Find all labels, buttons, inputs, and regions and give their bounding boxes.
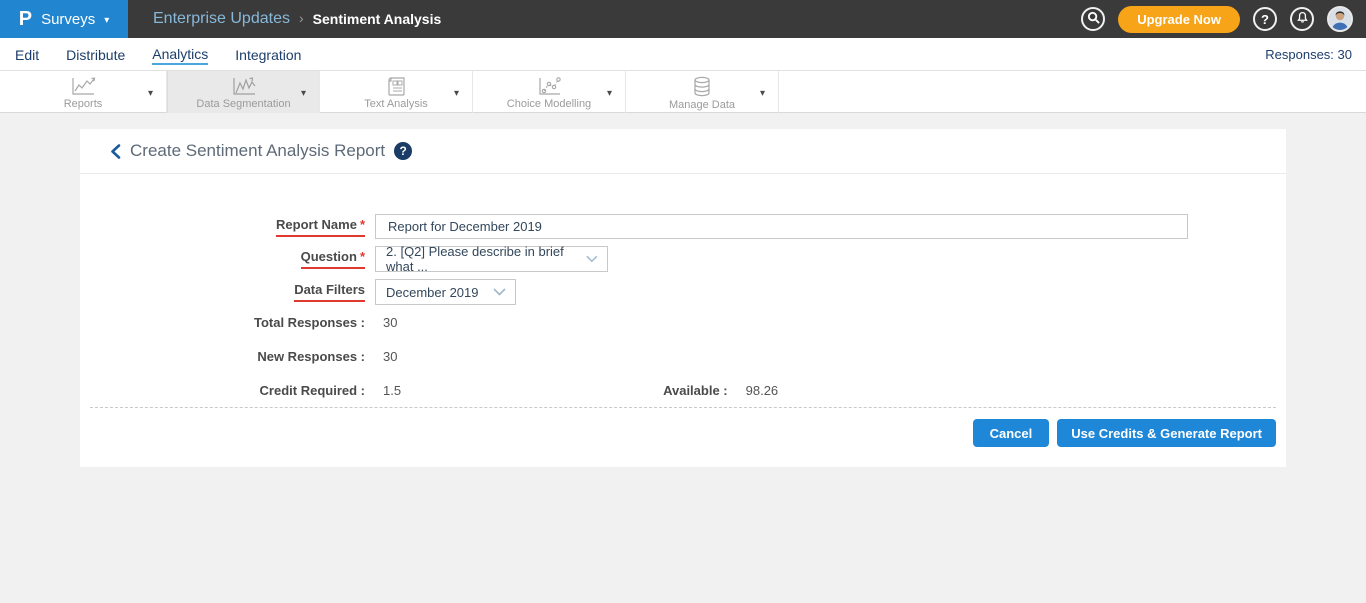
new-responses-label: New Responses :: [80, 349, 365, 364]
data-filters-control: December 2019: [375, 279, 516, 305]
question-select[interactable]: 2. [Q2] Please describe in brief what ..…: [375, 246, 608, 272]
question-control: 2. [Q2] Please describe in brief what ..…: [375, 246, 608, 272]
tab-analytics[interactable]: Analytics: [152, 44, 208, 65]
toolbar-item-label: Reports: [64, 98, 103, 110]
segmentation-chart-icon: [230, 76, 258, 97]
toolbar-item-label: Data Segmentation: [196, 98, 290, 110]
generate-report-button[interactable]: Use Credits & Generate Report: [1057, 419, 1276, 447]
chevron-down-icon: [104, 10, 109, 28]
create-report-card: Create Sentiment Analysis Report ? Repor…: [80, 129, 1286, 467]
credit-required-row: Credit Required : 1.5 Available : 98.26: [80, 383, 1286, 398]
required-asterisk: *: [360, 217, 365, 232]
data-filters-label-col: Data Filters: [80, 282, 365, 302]
report-name-control: [375, 214, 1188, 239]
survey-section-nav: Edit Distribute Analytics Integration Re…: [0, 38, 1366, 71]
total-responses-label: Total Responses :: [80, 315, 365, 330]
card-footer: Cancel Use Credits & Generate Report: [80, 419, 1286, 447]
breadcrumb-separator-icon: [299, 10, 304, 28]
breadcrumb-survey-name[interactable]: Enterprise Updates: [153, 10, 290, 28]
topbar-actions: Upgrade Now ?: [1081, 6, 1366, 33]
toolbar-item-choice-modelling[interactable]: Choice Modelling: [473, 71, 626, 113]
chevron-down-icon: [760, 83, 765, 101]
card-header: Create Sentiment Analysis Report ?: [80, 129, 1286, 174]
product-name: Surveys: [41, 11, 95, 28]
scatter-chart-icon: [535, 76, 563, 97]
question-mark-icon: ?: [399, 144, 406, 158]
chevron-down-icon: [454, 83, 459, 101]
toolbar-item-manage-data[interactable]: Manage Data: [626, 71, 779, 113]
create-report-form: Report Name* Question* 2. [Q2] Please de…: [80, 174, 1286, 447]
available-credits-value: 98.26: [746, 383, 779, 398]
question-label-col: Question*: [80, 249, 365, 269]
footer-divider: [90, 407, 1276, 408]
data-filters-row: Data Filters December 2019: [80, 279, 1286, 305]
question-row: Question* 2. [Q2] Please describe in bri…: [80, 246, 1286, 272]
toolbar-item-data-segmentation[interactable]: Data Segmentation: [167, 71, 320, 113]
report-name-label: Report Name*: [276, 217, 365, 237]
new-responses-value: 30: [383, 349, 397, 364]
top-navbar: P Surveys Enterprise Updates Sentiment A…: [0, 0, 1366, 38]
toolbar-item-label: Manage Data: [669, 99, 735, 111]
new-responses-row: New Responses : 30: [80, 349, 1286, 364]
breadcrumb: Enterprise Updates Sentiment Analysis: [153, 10, 441, 28]
chevron-down-icon: [607, 83, 612, 101]
available-credits-label: Available :: [663, 383, 728, 398]
data-filters-select-value: December 2019: [386, 285, 479, 300]
bell-icon: [1296, 11, 1309, 27]
required-asterisk: *: [360, 249, 365, 264]
question-mark-icon: ?: [1261, 12, 1269, 27]
tab-integration[interactable]: Integration: [235, 45, 301, 64]
question-select-value: 2. [Q2] Please describe in brief what ..…: [386, 244, 586, 274]
tab-edit[interactable]: Edit: [15, 45, 39, 64]
total-responses-value: 30: [383, 315, 397, 330]
back-button[interactable]: [110, 144, 121, 159]
newspaper-icon: [384, 76, 408, 97]
title-help-button[interactable]: ?: [394, 142, 412, 160]
toolbar-item-label: Text Analysis: [364, 98, 428, 110]
credit-required-value: 1.5: [383, 383, 401, 398]
database-icon: [690, 76, 714, 98]
app-logo-menu[interactable]: P Surveys: [0, 0, 128, 38]
upgrade-now-button[interactable]: Upgrade Now: [1118, 6, 1240, 33]
chevron-down-icon: [586, 255, 598, 263]
tab-distribute[interactable]: Distribute: [66, 45, 125, 64]
cancel-button[interactable]: Cancel: [973, 419, 1050, 447]
notifications-button[interactable]: [1290, 7, 1314, 31]
chevron-down-icon: [493, 288, 506, 296]
total-responses-row: Total Responses : 30: [80, 315, 1286, 330]
data-filters-label: Data Filters: [294, 282, 365, 302]
question-label: Question*: [301, 249, 365, 269]
toolbar-item-text-analysis[interactable]: Text Analysis: [320, 71, 473, 113]
report-name-row: Report Name*: [80, 214, 1286, 239]
analytics-toolbar: Reports Data Segmentation Text Analysis …: [0, 71, 1366, 113]
user-avatar[interactable]: [1327, 6, 1353, 32]
search-button[interactable]: [1081, 7, 1105, 31]
questionpro-logo-icon: P: [19, 9, 32, 29]
breadcrumb-current-page: Sentiment Analysis: [313, 11, 442, 27]
page-title: Create Sentiment Analysis Report: [130, 141, 385, 161]
chevron-down-icon: [301, 83, 306, 101]
main-content: Create Sentiment Analysis Report ? Repor…: [0, 113, 1366, 603]
line-chart-icon: [69, 76, 97, 97]
report-name-input[interactable]: [375, 214, 1188, 239]
toolbar-item-reports[interactable]: Reports: [0, 71, 167, 113]
credit-required-label: Credit Required :: [80, 383, 365, 398]
data-filters-select[interactable]: December 2019: [375, 279, 516, 305]
avatar-photo: [1329, 8, 1351, 30]
search-icon: [1087, 11, 1100, 27]
report-name-label-col: Report Name*: [80, 217, 365, 237]
help-button[interactable]: ?: [1253, 7, 1277, 31]
toolbar-item-label: Choice Modelling: [507, 98, 591, 110]
chevron-down-icon: [148, 83, 153, 101]
chevron-left-icon: [110, 144, 121, 159]
responses-count: Responses: 30: [1265, 47, 1366, 62]
